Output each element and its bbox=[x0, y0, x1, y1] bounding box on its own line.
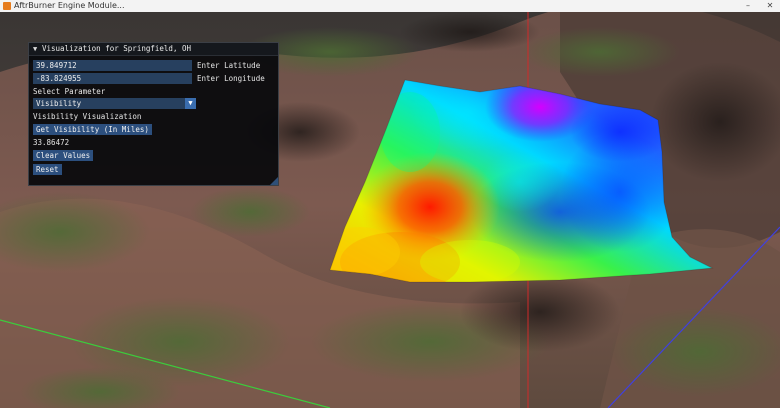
reset-button[interactable]: Reset bbox=[33, 164, 62, 175]
resize-grip-icon[interactable] bbox=[270, 177, 278, 185]
visualization-panel[interactable]: ▼ Visualization for Springfield, OH 39.8… bbox=[28, 42, 279, 186]
panel-header[interactable]: ▼ Visualization for Springfield, OH bbox=[29, 43, 278, 56]
close-icon[interactable]: ✕ bbox=[762, 0, 778, 12]
latitude-label: Enter Latitude bbox=[197, 61, 261, 70]
panel-title: Visualization for Springfield, OH bbox=[42, 44, 192, 53]
app-icon bbox=[3, 2, 11, 10]
longitude-label: Enter Longitude bbox=[197, 74, 265, 83]
minimize-icon[interactable]: – bbox=[740, 0, 756, 12]
latitude-input[interactable]: 39.849712 bbox=[33, 60, 192, 71]
collapse-arrow-icon[interactable]: ▼ bbox=[33, 43, 37, 55]
clear-values-button[interactable]: Clear Values bbox=[33, 150, 94, 161]
parameter-select[interactable]: Visibility ▼ bbox=[33, 98, 196, 109]
parameter-select-value: Visibility bbox=[36, 99, 82, 108]
window-title: AftrBurner Engine Module... bbox=[14, 1, 125, 10]
visualization-section-label: Visibility Visualization bbox=[33, 112, 142, 121]
dropdown-arrow-icon[interactable]: ▼ bbox=[185, 98, 196, 109]
visibility-result-value: 33.86472 bbox=[33, 138, 70, 147]
select-parameter-label: Select Parameter bbox=[33, 87, 106, 96]
get-visibility-button[interactable]: Get Visibility (In Miles) bbox=[33, 124, 152, 135]
longitude-input[interactable]: -83.824955 bbox=[33, 73, 192, 84]
